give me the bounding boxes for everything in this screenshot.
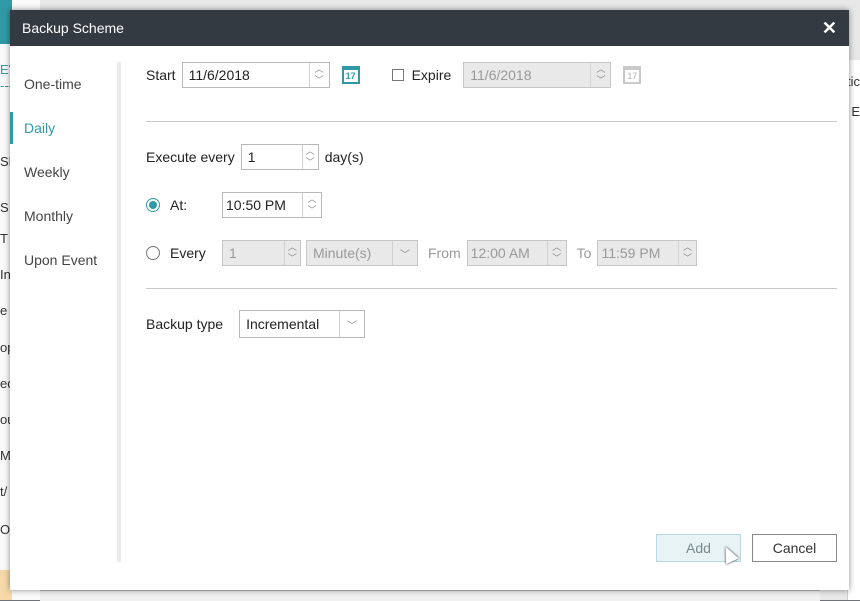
chevron-down-icon[interactable]: ﹀ [288, 253, 297, 264]
at-time-field[interactable] [223, 193, 303, 217]
to-label: To [576, 245, 592, 261]
to-time-stepper[interactable]: ︿ ﹀ [677, 241, 697, 265]
from-label: From [428, 245, 461, 261]
chevron-up-icon[interactable]: ︿ [683, 242, 692, 253]
every-interval-input[interactable]: ︿﹀ [222, 240, 301, 266]
expire-date-field[interactable] [464, 63, 591, 87]
execute-every-stepper[interactable]: ︿ ﹀ [301, 145, 318, 169]
start-date-stepper[interactable]: ︿ ﹀ [308, 63, 329, 87]
background-text: T [0, 231, 8, 246]
sidebar-divider [117, 62, 121, 562]
every-unit-value: Minute(s) [313, 245, 372, 261]
divider [146, 288, 837, 289]
backup-scheme-dialog: Backup Scheme ✕ One-time Daily Weekly Mo… [10, 10, 849, 590]
schedule-type-nav: One-time Daily Weekly Monthly Upon Event [10, 62, 120, 282]
calendar-icon[interactable]: 17 [623, 66, 642, 84]
execute-every-label: Execute every [146, 149, 235, 165]
nav-item-monthly[interactable]: Monthly [10, 194, 120, 238]
background-text: S [0, 200, 9, 215]
dialog-titlebar: Backup Scheme ✕ [10, 10, 849, 46]
expire-date-input[interactable]: ︿﹀ [463, 62, 612, 88]
chevron-down-icon[interactable]: ﹀ [339, 311, 364, 337]
schedule-settings: Start ︿﹀ 17 Expire ︿﹀ 17 Execute every ︿… [146, 46, 837, 590]
nav-item-one-time[interactable]: One-time [10, 62, 120, 106]
from-time-input[interactable]: ︿﹀ [466, 240, 567, 266]
chevron-down-icon[interactable]: ﹀ [315, 75, 324, 86]
backup-type-label: Backup type [146, 316, 224, 332]
nav-item-upon-event[interactable]: Upon Event [10, 238, 120, 282]
every-interval-stepper[interactable]: ︿ ﹀ [283, 241, 300, 265]
every-radio[interactable] [146, 246, 160, 260]
every-label: Every [170, 245, 206, 261]
background-statusbar [40, 590, 820, 601]
start-date-field[interactable] [182, 63, 309, 87]
nav-item-weekly[interactable]: Weekly [10, 150, 120, 194]
start-label: Start [146, 67, 176, 83]
at-label: At: [170, 197, 188, 213]
chevron-down-icon[interactable]: ﹀ [683, 253, 692, 264]
to-time-input[interactable]: ︿﹀ [597, 240, 698, 266]
expire-label: Expire [411, 67, 452, 83]
execute-every-field[interactable] [241, 145, 302, 169]
at-time-stepper[interactable]: ︿ ﹀ [302, 193, 321, 217]
cancel-button[interactable]: Cancel [752, 534, 837, 562]
chevron-down-icon[interactable]: ﹀ [306, 157, 315, 168]
calendar-icon[interactable]: 17 [341, 66, 360, 84]
expire-date-stepper[interactable]: ︿ ﹀ [590, 63, 610, 87]
at-radio[interactable] [146, 198, 160, 212]
every-interval-field[interactable] [223, 241, 284, 265]
dialog-title: Backup Scheme [22, 20, 124, 36]
chevron-down-icon[interactable]: ﹀ [552, 253, 561, 264]
execute-every-input[interactable]: ︿﹀ [240, 144, 319, 170]
chevron-up-icon[interactable]: ︿ [552, 242, 561, 253]
backup-type-select[interactable]: Incremental ﹀ [239, 310, 366, 338]
close-icon[interactable]: ✕ [822, 19, 837, 37]
chevron-up-icon[interactable]: ︿ [315, 64, 324, 75]
expire-checkbox[interactable] [391, 69, 404, 81]
backup-type-value: Incremental [246, 316, 320, 332]
divider [146, 121, 837, 122]
start-date-input[interactable]: ︿﹀ [181, 62, 330, 88]
from-time-stepper[interactable]: ︿ ﹀ [546, 241, 566, 265]
execute-every-unit: day(s) [324, 149, 364, 165]
chevron-up-icon[interactable]: ︿ [288, 242, 297, 253]
chevron-down-icon[interactable]: ﹀ [392, 241, 417, 265]
chevron-down-icon[interactable]: ﹀ [596, 75, 605, 86]
from-time-field[interactable] [467, 241, 547, 265]
chevron-up-icon[interactable]: ︿ [596, 64, 605, 75]
background-text: t/ [0, 484, 8, 499]
nav-item-daily[interactable]: Daily [10, 106, 120, 150]
chevron-up-icon[interactable]: ︿ [306, 146, 315, 157]
chevron-up-icon[interactable]: ︿ [308, 194, 317, 205]
at-time-input[interactable]: ︿﹀ [222, 192, 322, 218]
every-unit-select[interactable]: Minute(s) ﹀ [306, 240, 418, 266]
chevron-down-icon[interactable]: ﹀ [308, 205, 317, 216]
to-time-field[interactable] [598, 241, 678, 265]
